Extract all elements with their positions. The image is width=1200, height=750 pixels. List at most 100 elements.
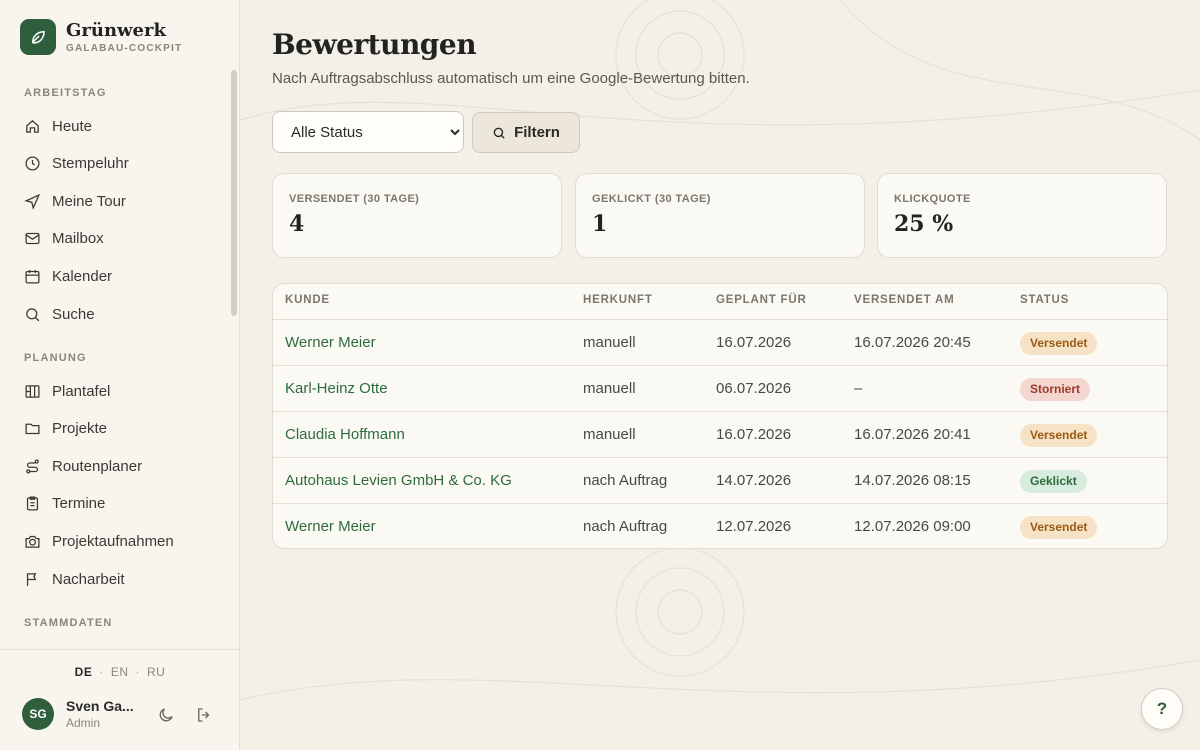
language-en[interactable]: EN	[111, 665, 129, 679]
status-badge: Versendet	[1020, 516, 1098, 539]
customer-link[interactable]: Karl-Heinz Otte	[285, 380, 388, 397]
sidebar-item-mailbox[interactable]: Mailbox	[16, 221, 216, 255]
sidebar-item-termine[interactable]: Termine	[16, 486, 216, 520]
sidebar-item-label: Nacharbeit	[52, 570, 125, 588]
origin-cell: manuell	[583, 426, 636, 443]
user-role: Admin	[66, 716, 101, 730]
sidebar-item-label: Routenplaner	[52, 457, 143, 475]
help-button[interactable]: ?	[1141, 688, 1183, 730]
sidebar-item-plantafel[interactable]: Plantafel	[16, 374, 216, 408]
sidebar-item-meine-tour[interactable]: Meine Tour	[16, 184, 216, 218]
stat-label: VERSENDET (30 TAGE)	[289, 193, 420, 205]
status-badge: Geklickt	[1020, 470, 1087, 493]
status-badge: Versendet	[1020, 424, 1098, 447]
sidebar: Grünwerk GALABAU-COCKPIT ARBEITSTAG Heut…	[0, 0, 240, 750]
status-badge: Storniert	[1020, 378, 1091, 401]
column-header-status: STATUS	[1020, 294, 1070, 306]
stat-card-sent: VERSENDET (30 TAGE) 4	[272, 173, 562, 258]
origin-cell: manuell	[583, 380, 636, 397]
flag-icon	[26, 572, 37, 586]
language-de[interactable]: DE	[75, 665, 93, 679]
stat-card-click-rate: KLICKQUOTE 25 %	[877, 173, 1167, 258]
status-badge: Versendet	[1020, 332, 1098, 355]
sidebar-item-stempeluhr[interactable]: Stempeluhr	[16, 146, 216, 180]
customer-link[interactable]: Werner Meier	[285, 334, 376, 351]
sidebar-item-label: Heute	[52, 117, 93, 135]
table-row: Werner Meier manuell 16.07.2026 16.07.20…	[273, 320, 1167, 366]
sidebar-item-heute[interactable]: Heute	[16, 109, 216, 143]
sent-cell: –	[854, 380, 863, 397]
calendar-icon	[25, 269, 40, 284]
section-label-arbeitstag: ARBEITSTAG	[24, 87, 107, 99]
user-name: Sven Ga...	[66, 698, 134, 714]
planned-cell: 16.07.2026	[716, 426, 792, 443]
sidebar-item-routenplaner[interactable]: Routenplaner	[16, 449, 216, 483]
table-row: Autohaus Levien GmbH & Co. KG nach Auftr…	[273, 458, 1167, 504]
reviews-table: KUNDE HERKUNFT GEPLANT FÜR VERSENDET AM …	[272, 283, 1168, 549]
planned-cell: 16.07.2026	[716, 334, 792, 351]
column-header-versendet: VERSENDET AM	[854, 294, 955, 306]
column-header-kunde: KUNDE	[285, 294, 330, 306]
sidebar-item-label: Plantafel	[52, 382, 111, 400]
filter-button-label: Filtern	[514, 124, 560, 141]
sidebar-item-label: Kalender	[52, 267, 113, 285]
sidebar-item-label: Mailbox	[52, 229, 104, 247]
sidebar-footer: DE · EN · RU SG Sven Ga... Admin	[0, 649, 239, 750]
search-icon	[26, 307, 40, 321]
brand-subtitle: GALABAU-COCKPIT	[66, 42, 183, 54]
origin-cell: manuell	[583, 334, 636, 351]
customer-link[interactable]: Werner Meier	[285, 518, 376, 535]
planned-cell: 06.07.2026	[716, 380, 792, 397]
language-switcher: DE · EN · RU	[74, 665, 166, 679]
column-header-geplant: GEPLANT FÜR	[716, 294, 807, 306]
planned-cell: 12.07.2026	[716, 518, 792, 535]
sidebar-item-label: Projektaufnahmen	[52, 532, 174, 550]
stat-value: 4	[289, 211, 305, 237]
column-header-herkunft: HERKUNFT	[583, 294, 653, 306]
table-row: Claudia Hoffmann manuell 16.07.2026 16.0…	[273, 412, 1167, 458]
sidebar-item-label: Meine Tour	[52, 192, 126, 210]
customer-link[interactable]: Autohaus Levien GmbH & Co. KG	[285, 472, 512, 489]
mail-icon	[25, 232, 40, 244]
clock-icon	[25, 155, 40, 171]
sidebar-item-label: Suche	[52, 305, 95, 323]
filter-button[interactable]: Filtern	[472, 112, 580, 153]
sidebar-nav: ARBEITSTAG Heute Stempeluhr Meine Tour M…	[0, 80, 230, 648]
board-icon	[25, 384, 40, 398]
page-subtitle: Nach Auftragsabschluss automatisch um ei…	[272, 70, 750, 87]
sent-cell: 14.07.2026 08:15	[854, 472, 971, 489]
search-icon	[493, 127, 505, 139]
sidebar-item-projektaufnahmen[interactable]: Projektaufnahmen	[16, 524, 216, 558]
language-ru[interactable]: RU	[147, 665, 165, 679]
status-filter-select[interactable]: Alle Status	[272, 111, 464, 153]
brand-name: Grünwerk	[66, 19, 166, 41]
user-profile[interactable]: SG Sven Ga... Admin	[22, 698, 140, 730]
home-icon	[26, 119, 39, 133]
sidebar-item-projekte[interactable]: Projekte	[16, 411, 216, 445]
stat-label: KLICKQUOTE	[894, 193, 971, 205]
planned-cell: 14.07.2026	[716, 472, 792, 489]
folder-icon	[25, 423, 40, 434]
brand[interactable]: Grünwerk GALABAU-COCKPIT	[20, 19, 182, 55]
origin-cell: nach Auftrag	[583, 518, 668, 535]
logout-icon[interactable]	[195, 706, 213, 724]
moon-icon[interactable]	[157, 706, 175, 724]
customer-link[interactable]: Claudia Hoffmann	[285, 426, 405, 443]
sidebar-scrollbar[interactable]	[231, 70, 237, 316]
stat-value: 1	[592, 211, 608, 237]
sidebar-item-suche[interactable]: Suche	[16, 297, 216, 331]
leaf-logo-icon	[20, 19, 56, 55]
section-label-stammdaten: STAMMDATEN	[24, 617, 113, 629]
sidebar-item-label: Termine	[52, 494, 106, 512]
stat-card-clicked: GEKLICKT (30 TAGE) 1	[575, 173, 865, 258]
clipboard-icon	[26, 495, 39, 511]
sidebar-item-nacharbeit[interactable]: Nacharbeit	[16, 562, 216, 596]
stat-value: 25 %	[894, 211, 954, 237]
sidebar-item-kalender[interactable]: Kalender	[16, 259, 216, 293]
sidebar-item-label: Stempeluhr	[52, 154, 129, 172]
sidebar-item-label: Projekte	[52, 419, 108, 437]
table-header: KUNDE HERKUNFT GEPLANT FÜR VERSENDET AM …	[273, 284, 1167, 320]
stat-label: GEKLICKT (30 TAGE)	[592, 193, 711, 205]
route-icon	[26, 458, 39, 474]
origin-cell: nach Auftrag	[583, 472, 668, 489]
